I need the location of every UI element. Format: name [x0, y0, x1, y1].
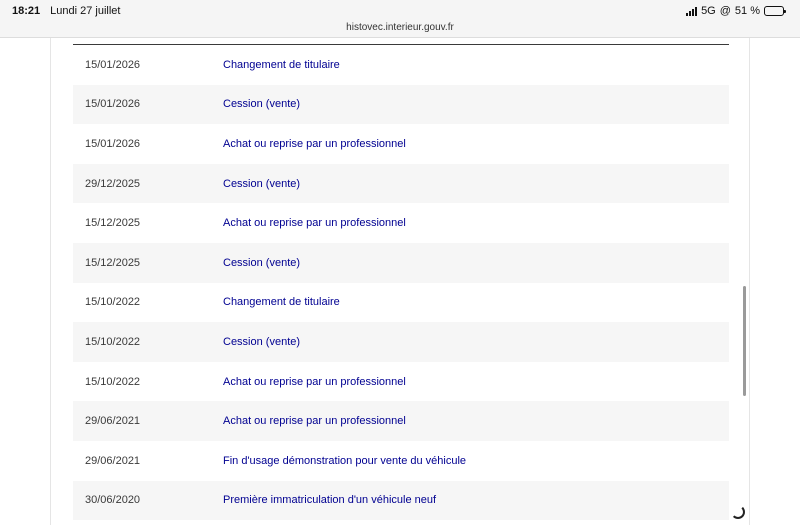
- event-date: 15/01/2026: [85, 137, 141, 150]
- status-right: 5G @ 51 %: [686, 5, 786, 17]
- event-date: 15/12/2025: [85, 256, 141, 269]
- table-row: 29/12/2025 Cession (vente): [73, 163, 729, 204]
- event-label: Cession (vente): [223, 335, 301, 348]
- event-label: Cession (vente): [223, 98, 301, 111]
- event-date: 29/12/2025: [85, 177, 141, 190]
- table-row: 15/01/2026 Cession (vente): [73, 84, 729, 125]
- scrollbar[interactable]: [743, 286, 746, 396]
- status-date: Lundi 27 juillet: [50, 5, 121, 17]
- battery-icon: [764, 6, 786, 16]
- table-row: 30/06/2020 Première immatriculation d'un …: [73, 480, 729, 521]
- event-label: Achat ou reprise par un professionnel: [223, 137, 406, 150]
- event-label: Cession (vente): [223, 177, 301, 190]
- event-label: Fin d'usage démonstration pour vente du …: [223, 454, 467, 467]
- event-date: 15/01/2026: [85, 58, 141, 71]
- table-row: 29/06/2021 Achat ou reprise par un profes…: [73, 401, 729, 441]
- table-row: 15/12/2025 Cession (vente): [73, 242, 729, 283]
- event-date: 29/06/2021: [85, 415, 141, 428]
- event-date: 15/12/2025: [85, 217, 141, 230]
- event-date: 29/06/2021: [85, 454, 141, 467]
- table-row: 15/10/2022 Cession (vente): [73, 322, 729, 362]
- event-date: 15/01/2026: [85, 98, 141, 111]
- event-label: Changement de titulaire: [223, 296, 340, 309]
- status-left: 18:21 Lundi 27 juillet: [12, 5, 120, 17]
- event-label: Achat ou reprise par un professionnel: [223, 375, 406, 388]
- event-date: 30/06/2020: [85, 494, 141, 507]
- event-date: 15/10/2022: [85, 375, 141, 388]
- battery-percent: 51 %: [734, 5, 760, 17]
- history-table: 15/01/2026 Changement de titulaire 15/01/2…: [73, 44, 729, 521]
- table-row: 15/12/2025 Achat ou reprise par un profes…: [73, 203, 729, 243]
- event-date: 15/10/2022: [85, 335, 141, 348]
- event-label: Changement de titulaire: [223, 58, 340, 71]
- page-content: 15/01/2026 Changement de titulaire 15/01/2…: [50, 38, 750, 525]
- table-row: 15/10/2022 Changement de titulaire: [73, 283, 729, 323]
- table-row: 15/01/2026 Changement de titulaire: [73, 45, 729, 85]
- event-label: Achat ou reprise par un professionnel: [223, 415, 406, 428]
- location-icon: @: [719, 5, 731, 17]
- table-row: 15/01/2026 Achat ou reprise par un profes…: [73, 124, 729, 164]
- status-bar: 18:21 Lundi 27 juillet 5G @ 51 %: [0, 0, 800, 22]
- event-date: 15/10/2022: [85, 296, 141, 309]
- table-row: 15/10/2022 Achat ou reprise par un profes…: [73, 362, 729, 402]
- table-row: 29/06/2021 Fin d'usage démonstration pour…: [73, 441, 729, 481]
- loading-spinner-icon: [731, 505, 745, 519]
- address-bar[interactable]: histovec.interieur.gouv.fr: [0, 22, 800, 38]
- event-label: Première immatriculation d'un véhicule n…: [223, 494, 437, 507]
- event-label: Achat ou reprise par un professionnel: [223, 217, 406, 230]
- status-time: 18:21: [12, 5, 41, 17]
- network-type: 5G: [701, 5, 716, 17]
- url-text[interactable]: histovec.interieur.gouv.fr: [346, 22, 454, 33]
- cellular-signal-icon: [686, 6, 698, 16]
- event-label: Cession (vente): [223, 256, 301, 269]
